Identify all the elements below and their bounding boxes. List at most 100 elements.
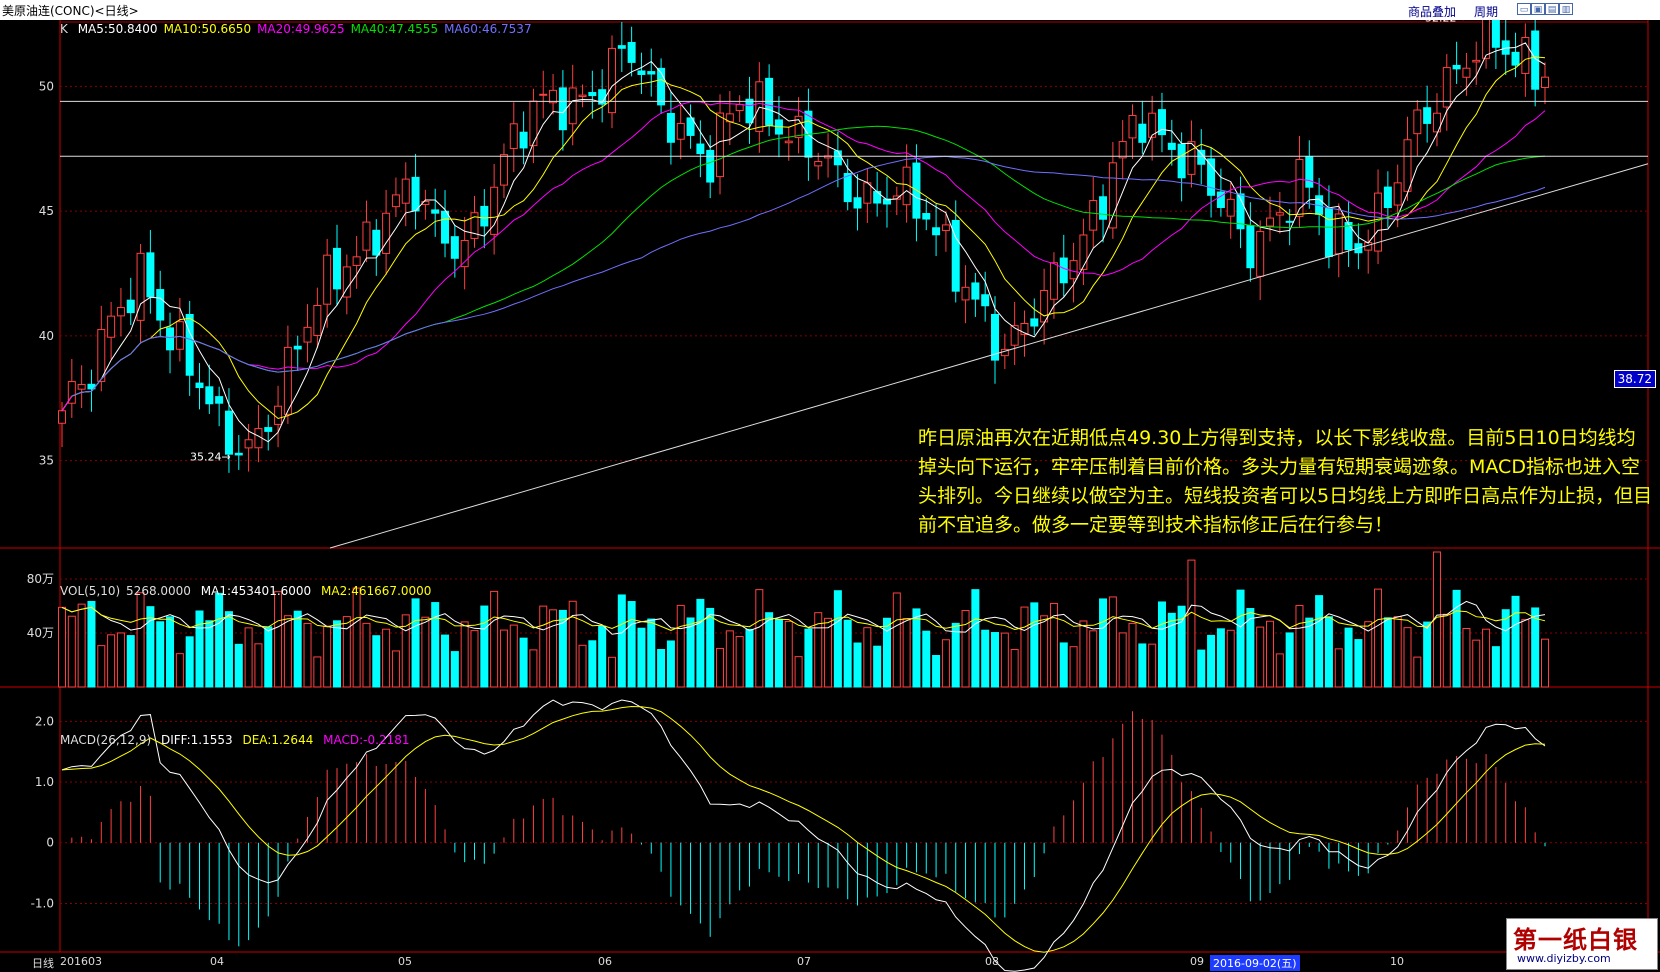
volume-bar [755, 589, 764, 688]
candle-body [116, 307, 125, 317]
candle-body [971, 282, 980, 300]
volume-bar [215, 592, 224, 688]
volume-bar [1541, 638, 1549, 688]
candle-body [814, 161, 823, 167]
volume-bar [185, 636, 194, 688]
candle-body [332, 247, 341, 290]
candle-body [1256, 231, 1265, 277]
last-price-tag: 38.72 [1613, 370, 1656, 388]
volume-label: VOL(5,10) [60, 584, 121, 598]
volume-bar [509, 624, 518, 688]
layout-btn-2[interactable]: ▣ [1531, 3, 1545, 15]
price-tick-label: 50 [39, 79, 54, 93]
volume-bar [1482, 628, 1491, 688]
volume-bar [1374, 588, 1383, 688]
volume-bar [991, 632, 1000, 688]
volume-tick-label: 40万 [27, 626, 54, 640]
volume-bar [1305, 617, 1314, 688]
price-ma-legend: K MA5:50.8400 MA10:50.6650 MA20:49.9625 MA4… [60, 22, 544, 36]
volume-bar [1442, 613, 1451, 688]
volume-bar [303, 622, 312, 688]
volume-bar [431, 602, 440, 688]
candle-body [313, 304, 322, 336]
volume-bar [765, 612, 774, 688]
candle-body [666, 112, 675, 143]
candle-body [126, 299, 135, 314]
candle-body [647, 71, 656, 75]
candle-body [391, 194, 400, 208]
selected-date-tag: 2016-09-02(五) [1210, 955, 1300, 971]
volume-bar [774, 618, 783, 688]
volume-bar [323, 625, 332, 688]
period-button[interactable]: 周期 [1474, 3, 1498, 20]
macd-diff: DIFF:1.1553 [160, 733, 233, 747]
volume-bar [1000, 632, 1009, 688]
candle-body [1541, 76, 1549, 88]
overlay-button[interactable]: 商品叠加 [1408, 3, 1456, 20]
volume-bar [1413, 656, 1422, 688]
layout-btn-1[interactable]: ▭ [1517, 3, 1531, 15]
volume-bar [558, 609, 567, 688]
macd-tick-label: -1.0 [31, 896, 54, 910]
x-label-may: 05 [398, 955, 412, 968]
volume-bar [470, 630, 479, 688]
volume-tick-label: 80万 [27, 572, 54, 586]
volume-bar [1030, 602, 1039, 688]
candle-body [1049, 262, 1058, 300]
candle-body [499, 154, 508, 186]
volume-bar [146, 606, 155, 688]
candle-body [460, 239, 469, 268]
volume-bar [1266, 620, 1275, 688]
volume-bar [1275, 653, 1284, 688]
candle-body [863, 182, 872, 204]
candle-body [1246, 225, 1255, 269]
candle-body [264, 427, 273, 432]
watermark-name: 第一纸白银 [1513, 926, 1638, 954]
volume-bar [293, 610, 302, 688]
candle-body [1030, 318, 1039, 327]
volume-bar [735, 635, 744, 688]
candle-body [1393, 182, 1402, 206]
high-price-mark: 52.22→ [1425, 20, 1466, 25]
candle-body [77, 383, 86, 390]
x-axis-period-label: 日线 [32, 957, 54, 970]
candle-body [1413, 109, 1422, 135]
candle-body [1491, 20, 1500, 48]
candle-body [1207, 158, 1216, 196]
volume-bar [274, 591, 283, 688]
volume-bar [1256, 626, 1265, 688]
volume-bar [58, 606, 66, 688]
ma-legend-ma40: MA40:47.4555 [350, 22, 439, 36]
candle-body [696, 143, 705, 155]
candle-body [1266, 217, 1275, 227]
candle-body [1383, 186, 1392, 208]
layout-btn-4[interactable]: ▥ [1559, 3, 1573, 15]
volume-bar [853, 642, 862, 688]
volume-bar [745, 628, 754, 688]
volume-bar [578, 644, 587, 688]
candle-body [323, 254, 332, 305]
candle-body [431, 209, 440, 214]
candle-body [1324, 208, 1333, 258]
volume-bar [902, 618, 911, 688]
candle-body [146, 252, 155, 298]
candle-body [981, 294, 990, 307]
volume-value: 5268.0000 [126, 584, 191, 598]
candle-body [234, 452, 243, 456]
volume-bar [87, 600, 96, 688]
volume-bar [951, 622, 960, 688]
x-label-apr: 04 [210, 955, 224, 968]
volume-bar [696, 598, 705, 688]
candle-body [1059, 257, 1068, 284]
candle-body [254, 428, 263, 449]
volume-bar [941, 639, 950, 688]
volume-bar [224, 611, 233, 688]
candle-body [784, 140, 793, 144]
volume-bar [598, 625, 607, 688]
volume-bar [607, 656, 616, 688]
volume-bar [647, 618, 656, 688]
layout-btn-3[interactable]: ▤ [1545, 3, 1559, 15]
volume-bar [1079, 620, 1088, 688]
volume-bar [1423, 621, 1432, 688]
volume-bar [529, 649, 538, 688]
